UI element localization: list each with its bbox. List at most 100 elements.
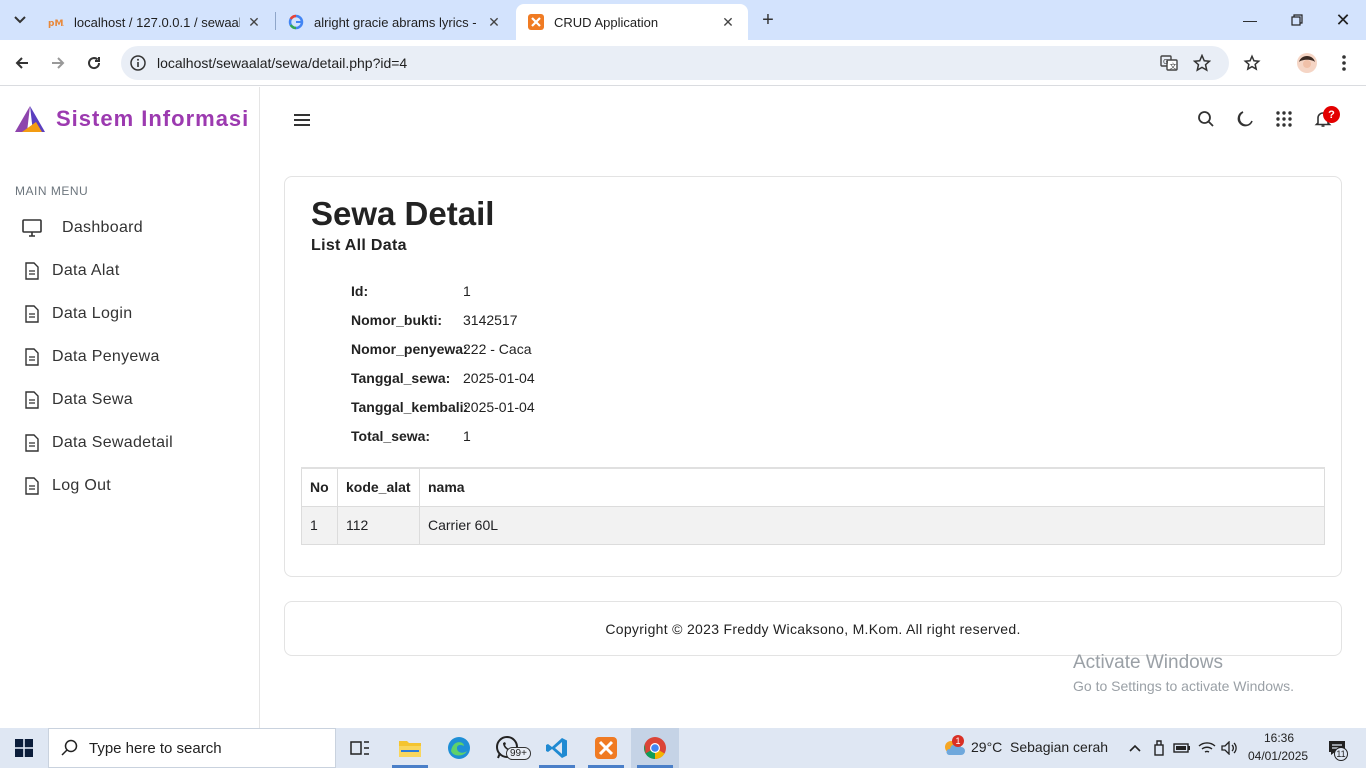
address-bar[interactable]: localhost/sewaalat/sewa/detail.php?id=4 …	[121, 46, 1229, 80]
avatar-icon	[1297, 53, 1317, 73]
browser-tab-strip: pMA localhost / 127.0.0.1 / sewaalat ✕ a…	[0, 0, 1366, 40]
sidebar-item-data-sewa[interactable]: Data Sewa	[22, 385, 133, 415]
menu-heading: MAIN MENU	[15, 184, 89, 198]
start-button[interactable]	[0, 728, 48, 768]
forward-button[interactable]	[46, 51, 70, 75]
bookmark-star-icon[interactable]	[1190, 51, 1214, 75]
edge-app[interactable]	[435, 728, 483, 768]
whatsapp-app[interactable]: 99+	[484, 728, 532, 768]
task-view-button[interactable]	[336, 728, 384, 768]
windows-logo-icon	[15, 739, 33, 757]
document-icon	[22, 261, 42, 281]
field-label: Total_sewa:	[351, 428, 431, 444]
sidebar-item-data-alat[interactable]: Data Alat	[22, 256, 120, 286]
browser-tab-google[interactable]: alright gracie abrams lyrics - Pe ✕	[276, 4, 514, 40]
xampp-icon	[528, 14, 544, 30]
table-header-row: No kode_alat nama	[301, 467, 1325, 507]
sidebar-item-data-penyewa[interactable]: Data Penyewa	[22, 342, 160, 372]
close-tab-icon[interactable]: ✕	[246, 14, 262, 30]
close-tab-icon[interactable]: ✕	[720, 14, 736, 30]
xampp-icon	[595, 737, 617, 759]
bookmarks-button[interactable]	[1240, 51, 1264, 75]
profile-avatar[interactable]	[1295, 51, 1319, 75]
column-header: nama	[419, 467, 1325, 507]
translate-icon[interactable]: G文	[1157, 51, 1181, 75]
sidebar: Sistem Informasi MAIN MENU Dashboard Dat…	[0, 87, 260, 728]
browser-tab-phpmyadmin[interactable]: pMA localhost / 127.0.0.1 / sewaalat ✕	[36, 4, 274, 40]
clock-time[interactable]: 16:36	[1264, 731, 1294, 745]
vscode-app[interactable]	[533, 728, 581, 768]
browser-tab-crud[interactable]: CRUD Application ✕	[516, 4, 748, 40]
notification-center-button[interactable]: 11	[1324, 738, 1350, 761]
field-value: 1	[463, 283, 471, 299]
temperature: 29°C	[971, 739, 1003, 755]
site-info-icon[interactable]	[121, 55, 155, 71]
copyright-text: Copyright © 2023 Freddy Wicaksono, M.Kom…	[605, 620, 1021, 637]
file-explorer-app[interactable]	[386, 728, 434, 768]
sidebar-item-label: Data Sewa	[52, 391, 133, 408]
reload-button[interactable]	[82, 51, 106, 75]
search-placeholder: Type here to search	[89, 739, 222, 757]
document-icon	[22, 347, 42, 367]
items-table: No kode_alat nama 1 112 Carrier 60L	[301, 467, 1325, 545]
search-icon	[1198, 111, 1214, 127]
close-window-button[interactable]: ✕	[1331, 8, 1355, 32]
kebab-menu-icon	[1342, 55, 1346, 71]
url-text: localhost/sewaalat/sewa/detail.php?id=4	[157, 55, 408, 71]
brand[interactable]: Sistem Informasi	[14, 105, 249, 133]
table-cell: Carrier 60L	[419, 505, 1325, 545]
table-cell: 1	[301, 505, 338, 545]
document-icon	[22, 390, 42, 410]
brand-title: Sistem Informasi	[56, 106, 250, 131]
phpmyadmin-icon: pMA	[48, 14, 64, 30]
sidebar-item-label: Data Alat	[52, 262, 120, 279]
chevron-up-icon[interactable]	[1125, 738, 1145, 758]
sidebar-item-data-sewadetail[interactable]: Data Sewadetail	[22, 428, 173, 458]
table-row: 1 112 Carrier 60L	[301, 505, 1325, 545]
edge-icon	[448, 737, 470, 759]
volume-icon[interactable]	[1220, 738, 1240, 758]
field-label: Id:	[351, 283, 369, 299]
arrow-left-icon	[15, 57, 28, 69]
reload-icon	[88, 57, 101, 70]
menu-toggle-button[interactable]	[290, 108, 314, 132]
sidebar-item-dashboard[interactable]: Dashboard	[22, 213, 143, 243]
taskbar-search-box[interactable]: Type here to search	[48, 728, 336, 768]
notification-badge: ?	[1323, 106, 1340, 123]
xampp-app[interactable]	[582, 728, 630, 768]
document-icon	[22, 433, 42, 453]
sidebar-item-label: Dashboard	[62, 219, 143, 236]
weather-icon[interactable]: 1	[940, 735, 966, 758]
apps-button[interactable]	[1272, 107, 1296, 131]
field-label: Tanggal_kembali:	[351, 399, 469, 415]
clock-date[interactable]: 04/01/2025	[1248, 749, 1308, 763]
moon-icon	[1237, 111, 1253, 127]
sidebar-item-data-login[interactable]: Data Login	[22, 299, 132, 329]
chevron-down-icon	[14, 16, 26, 24]
browser-toolbar: localhost/sewaalat/sewa/detail.php?id=4 …	[0, 40, 1366, 86]
wifi-icon[interactable]	[1197, 738, 1217, 758]
page-subtitle: List All Data	[311, 237, 407, 254]
field-label: Nomor_bukti:	[351, 312, 442, 328]
task-view-icon	[350, 741, 369, 755]
field-label: Nomor_penyewa:	[351, 341, 468, 357]
back-button[interactable]	[10, 51, 34, 75]
arrow-right-icon	[52, 57, 65, 69]
google-icon	[288, 14, 304, 30]
table-cell: 112	[337, 505, 420, 545]
browser-menu-button[interactable]	[1332, 51, 1356, 75]
search-button[interactable]	[1194, 107, 1218, 131]
weather-status: Sebagian cerah	[1010, 739, 1109, 755]
sidebar-item-log-out[interactable]: Log Out	[22, 471, 111, 501]
usb-device-icon[interactable]	[1149, 738, 1169, 758]
dark-mode-toggle[interactable]	[1233, 107, 1257, 131]
field-label: Tanggal_sewa:	[351, 370, 451, 386]
chrome-app[interactable]	[631, 728, 679, 768]
battery-icon[interactable]	[1172, 738, 1192, 758]
restore-button[interactable]	[1285, 8, 1309, 32]
taskbar: Type here to search 99+ 1 29°C Sebagian …	[0, 728, 1366, 768]
new-tab-button[interactable]: +	[756, 8, 780, 32]
tab-search-button[interactable]	[8, 8, 32, 32]
minimize-button[interactable]: —	[1238, 8, 1262, 32]
close-tab-icon[interactable]: ✕	[486, 14, 502, 30]
